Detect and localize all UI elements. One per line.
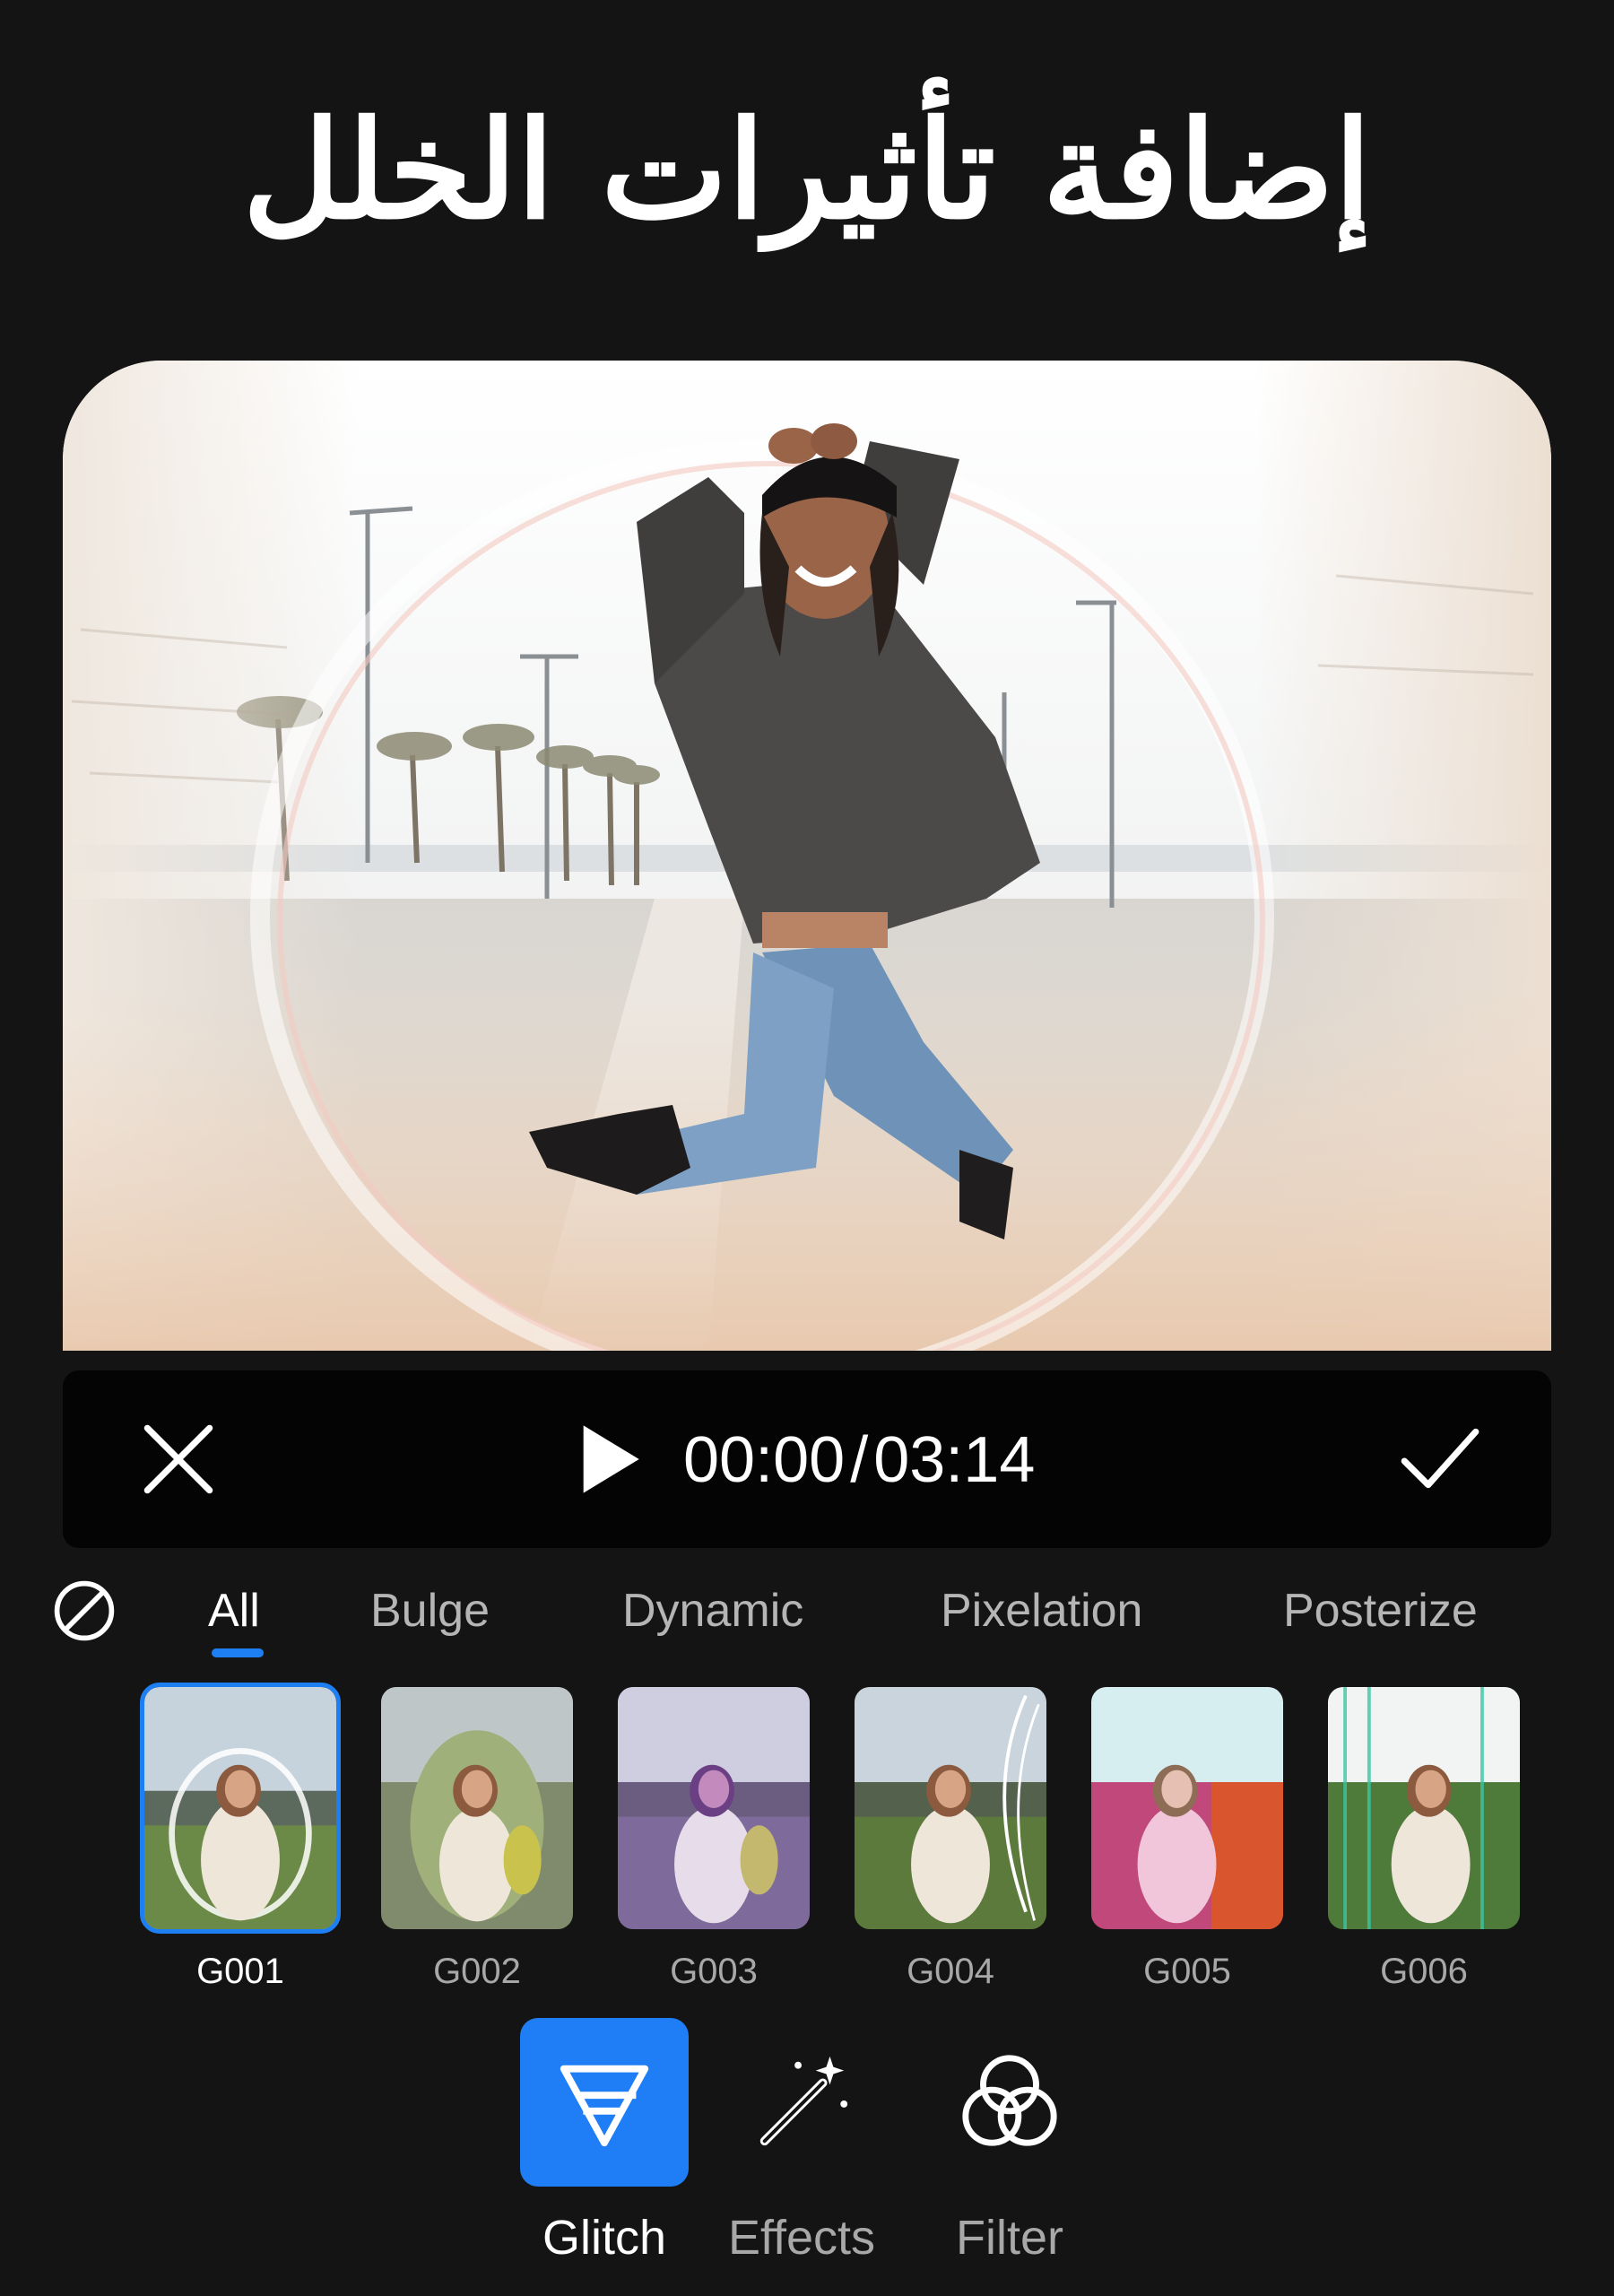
tool-effects[interactable]: Effects (703, 2018, 900, 2266)
effect-thumb-g005[interactable]: G005 (1087, 1683, 1288, 1992)
preview-image (63, 361, 1551, 1351)
video-preview[interactable] (63, 361, 1551, 1351)
tool-filter[interactable]: Filter (911, 2018, 1108, 2266)
thumb-label: G005 (1143, 1952, 1231, 1991)
effect-thumb-g001[interactable]: G001 (140, 1683, 341, 1992)
effect-thumb-g006[interactable]: G006 (1323, 1683, 1524, 1992)
thumb-image (377, 1683, 577, 1934)
tab-pixelation[interactable]: Pixelation (941, 1577, 1142, 1645)
thumb-label: G004 (907, 1952, 994, 1991)
effect-thumb-g002[interactable]: G002 (377, 1683, 577, 1992)
glitch-icon (520, 2018, 689, 2187)
category-tabs: All Bulge Dynamic Pixelation Posterize (0, 1559, 1614, 1666)
app-screen: إضافة تأثيرات الخلل 00:00/03:14 All Bulg… (0, 0, 1614, 2296)
bottom-toolbar: Glitch Effects Filter (0, 2009, 1614, 2296)
tool-label: Filter (956, 2211, 1063, 2265)
tab-all[interactable]: All (208, 1577, 260, 1645)
time-display: 00:00/03:14 (683, 1406, 1035, 1514)
tool-label: Effects (727, 2211, 876, 2265)
tool-label: Glitch (542, 2211, 667, 2265)
thumb-label: G002 (433, 1952, 521, 1991)
time-separator: / (850, 1424, 869, 1496)
effect-thumb-g004[interactable]: G004 (850, 1683, 1051, 1992)
tool-glitch[interactable]: Glitch (506, 2018, 703, 2266)
effect-thumb-g003[interactable]: G003 (613, 1683, 814, 1992)
current-time: 00:00 (683, 1424, 846, 1496)
thumb-image (613, 1683, 814, 1934)
tab-dynamic[interactable]: Dynamic (622, 1577, 803, 1645)
tab-bulge[interactable]: Bulge (370, 1577, 490, 1645)
close-icon[interactable] (133, 1413, 224, 1505)
promo-headline: إضافة تأثيرات الخلل (242, 91, 1372, 249)
filter-circles-icon (925, 2018, 1094, 2187)
magic-wand-icon (717, 2018, 886, 2187)
tab-posterize[interactable]: Posterize (1283, 1577, 1478, 1645)
play-icon[interactable] (565, 1417, 649, 1501)
no-effect-icon[interactable] (50, 1577, 118, 1645)
thumb-image (1323, 1683, 1524, 1934)
thumb-label: G001 (196, 1952, 284, 1991)
thumb-image (850, 1683, 1051, 1934)
thumb-image (1087, 1683, 1288, 1934)
thumb-image (140, 1683, 341, 1934)
thumb-label: G006 (1380, 1952, 1468, 1991)
active-tab-indicator (212, 1648, 264, 1657)
effect-thumbnails: G001 G002 G003 G004 G005 G006 (0, 1679, 1614, 2002)
confirm-check-icon[interactable] (1393, 1413, 1485, 1505)
thumb-label: G003 (670, 1952, 758, 1991)
playback-bar: 00:00/03:14 (63, 1370, 1551, 1548)
total-time: 03:14 (873, 1424, 1036, 1496)
